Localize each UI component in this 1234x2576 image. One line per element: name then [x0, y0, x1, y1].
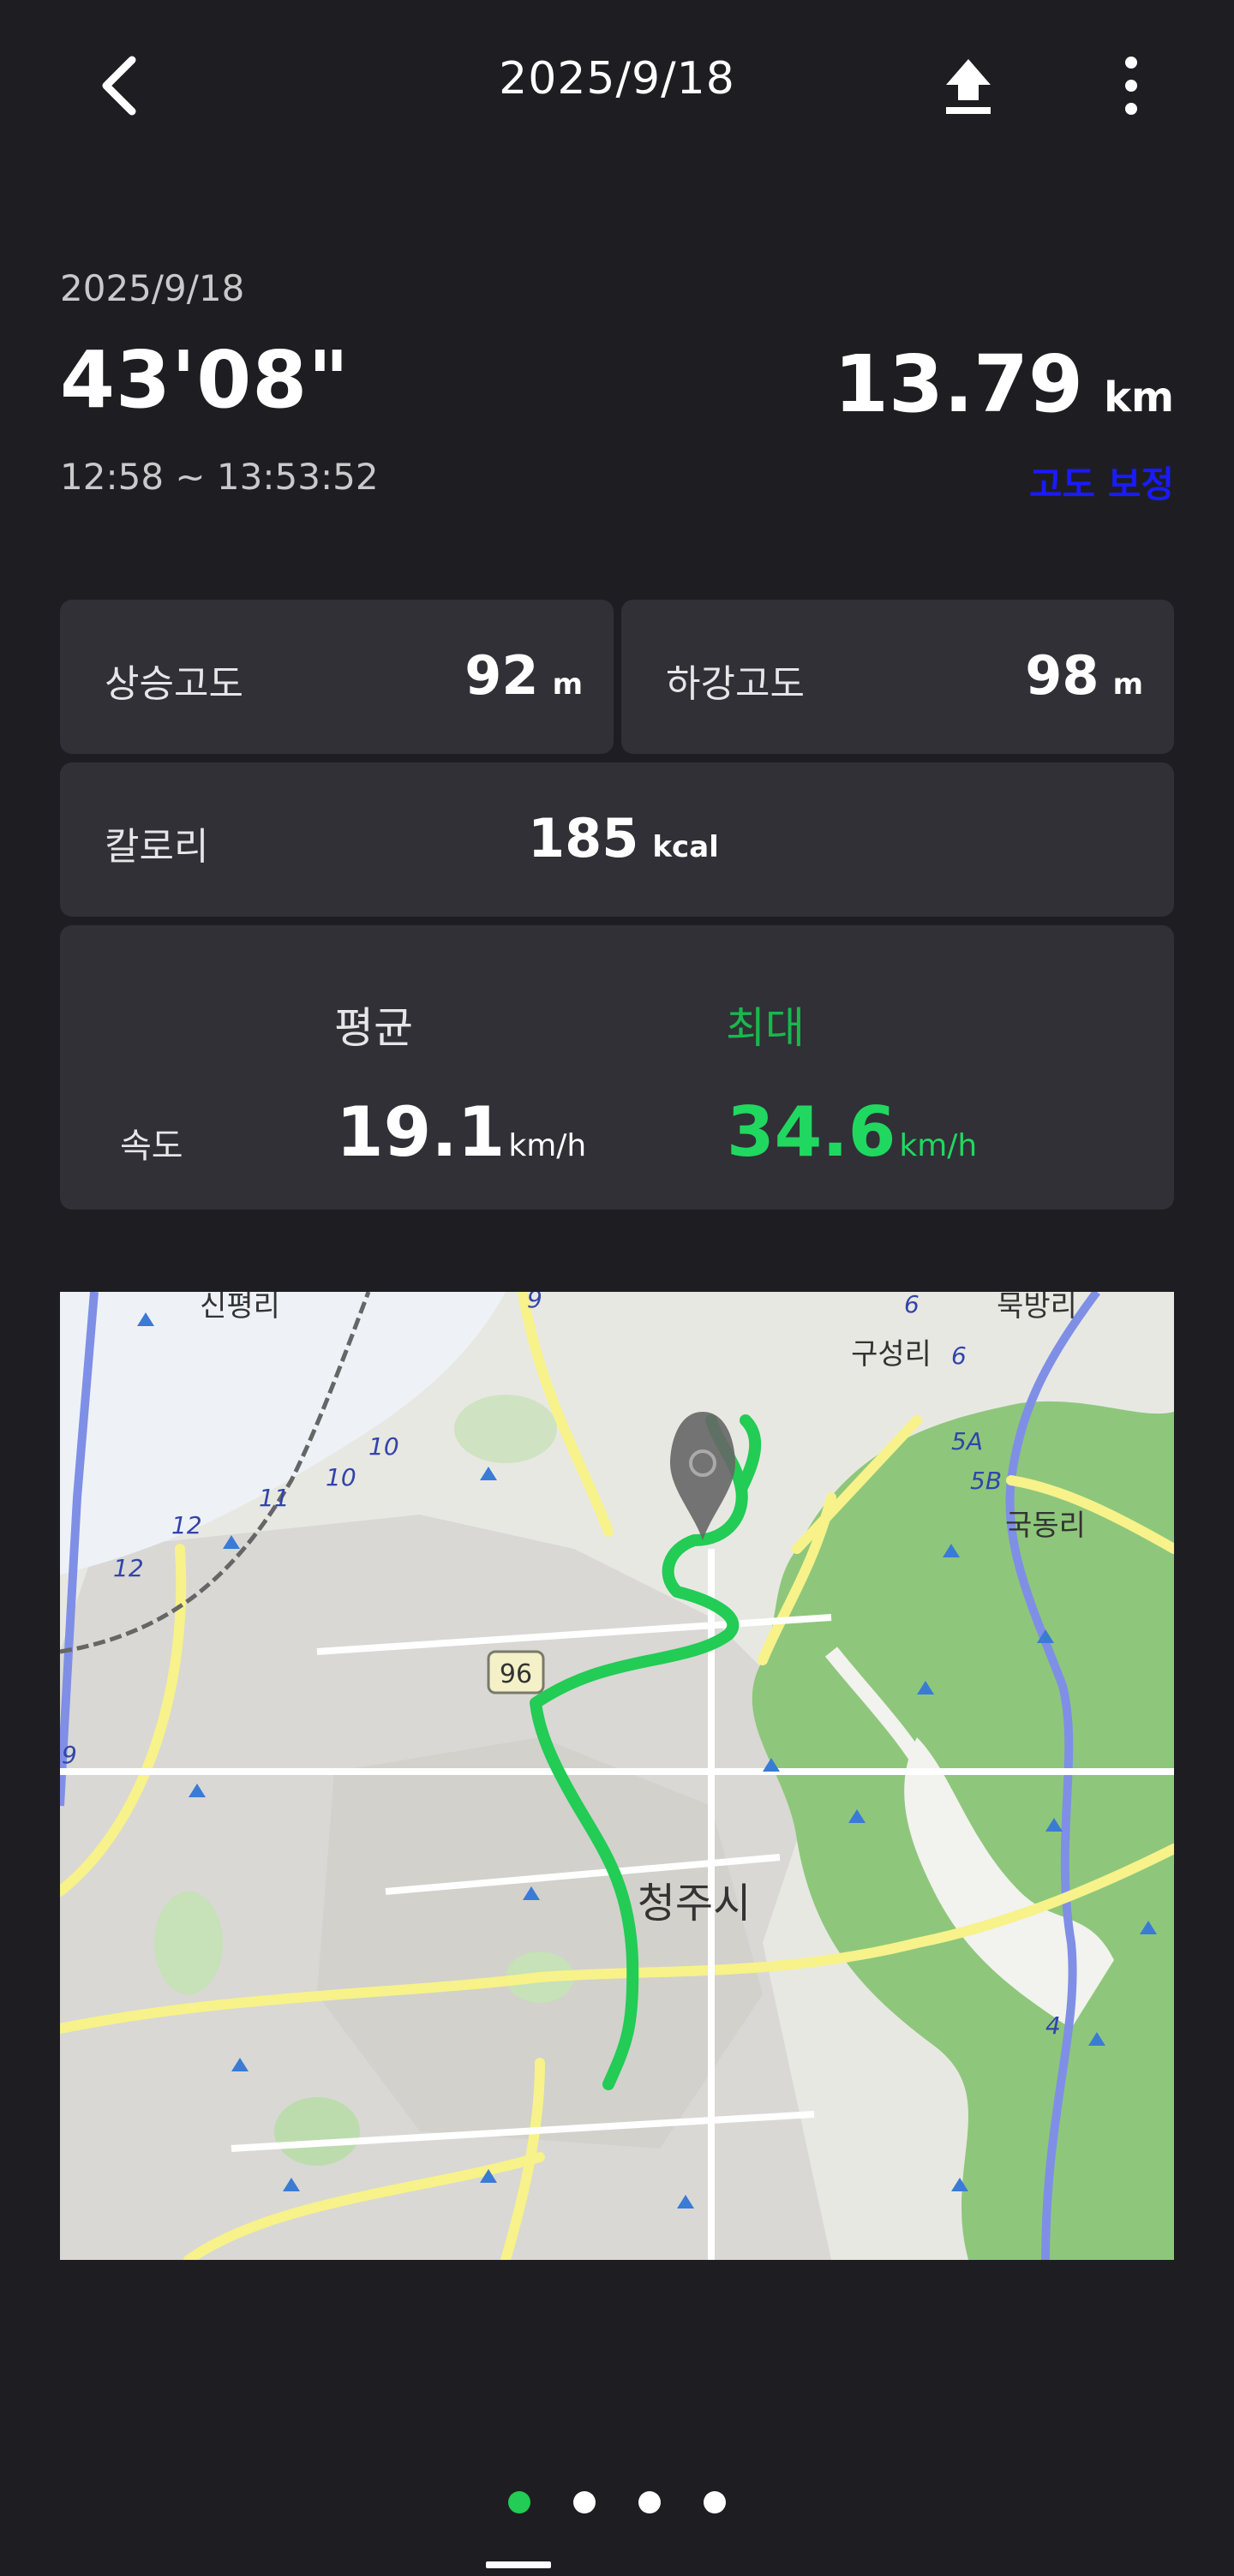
altitude-correction-link[interactable]: 고도 보정: [1029, 456, 1174, 508]
map-label-cheongju: 청주시: [638, 1880, 751, 1928]
page-dot[interactable]: [638, 2491, 661, 2513]
page-dot[interactable]: [704, 2491, 726, 2513]
workout-distance: 13.79 km: [834, 338, 1174, 430]
upload-icon: [946, 59, 991, 114]
road-number-label: 4: [1045, 2011, 1061, 2040]
page-dot-active[interactable]: [508, 2491, 530, 2513]
road-number-label: 9: [527, 1292, 542, 1313]
road-number-label: 5A: [951, 1427, 983, 1455]
map-label-guseong: 구성리: [851, 1337, 931, 1372]
road-number-label: 5B: [970, 1467, 1002, 1495]
speed-max-number: 34.6: [727, 1092, 896, 1172]
calorie-unit: kcal: [652, 830, 719, 864]
distance-value: 13.79: [834, 338, 1084, 430]
route-96-label: 96: [500, 1659, 532, 1689]
distance-unit: km: [1104, 374, 1174, 421]
top-app-bar: 2025/9/18: [0, 0, 1234, 171]
descent-label: 하강고도: [666, 662, 805, 706]
workout-time-range: 12:58 ~ 13:53:52: [60, 456, 379, 498]
home-indicator: [486, 2561, 551, 2568]
speed-max-header: 최대: [726, 1003, 805, 1053]
map-label-mukbang: 묵방리: [997, 1292, 1077, 1324]
calorie-card: 칼로리 185 kcal: [60, 762, 1174, 917]
descent-value: 98 m: [1025, 644, 1143, 707]
calorie-value: 185 kcal: [528, 807, 719, 870]
ascent-unit: m: [552, 667, 583, 702]
speed-average-value: 19.1 km/h: [336, 1092, 586, 1172]
speed-label: 속도: [120, 1127, 183, 1166]
descent-card: 하강고도 98 m: [621, 600, 1174, 754]
route-map[interactable]: 96 신평리 묵방리 구성리 국동리 청주시 9 6 6 5A 5B 10 10…: [60, 1292, 1174, 2260]
more-options-button[interactable]: [1097, 47, 1165, 124]
road-number-label: 11: [259, 1484, 290, 1512]
speed-average-number: 19.1: [336, 1092, 506, 1172]
page-title: 2025/9/18: [499, 53, 735, 105]
road-number-label: 12: [113, 1554, 144, 1582]
map-label-sinpyeong: 신평리: [200, 1292, 280, 1324]
speed-card: 평균 최대 속도 19.1 km/h 34.6 km/h: [60, 925, 1174, 1210]
more-vertical-icon: [1125, 57, 1137, 115]
road-number-label: 10: [326, 1463, 356, 1491]
upload-button[interactable]: [934, 47, 1003, 124]
speed-average-unit: km/h: [508, 1128, 587, 1163]
ascent-label: 상승고도: [105, 662, 243, 706]
page-indicator: [0, 2491, 1234, 2517]
map-label-gukdong: 국동리: [1005, 1509, 1086, 1543]
calorie-number: 185: [528, 807, 639, 870]
workout-summary: 2025/9/18 43'08" 12:58 ~ 13:53:52 13.79 k…: [60, 257, 1174, 514]
calorie-label: 칼로리: [105, 825, 209, 869]
road-number-label: 6: [951, 1342, 967, 1370]
speed-max-value: 34.6 km/h: [727, 1092, 977, 1172]
page-dot[interactable]: [573, 2491, 596, 2513]
workout-duration: 43'08": [60, 334, 350, 426]
speed-max-unit: km/h: [899, 1128, 978, 1163]
ascent-card: 상승고도 92 m: [60, 600, 614, 754]
road-number-label: 10: [368, 1432, 399, 1461]
road-number-label: 9: [62, 1741, 77, 1769]
speed-average-header: 평균: [334, 1003, 413, 1053]
ascent-number: 92: [464, 644, 539, 707]
road-number-label: 12: [171, 1511, 202, 1539]
road-number-label: 6: [904, 1292, 920, 1318]
ascent-value: 92 m: [464, 644, 583, 707]
workout-date: 2025/9/18: [60, 267, 245, 309]
descent-unit: m: [1112, 667, 1143, 702]
descent-number: 98: [1025, 644, 1099, 707]
